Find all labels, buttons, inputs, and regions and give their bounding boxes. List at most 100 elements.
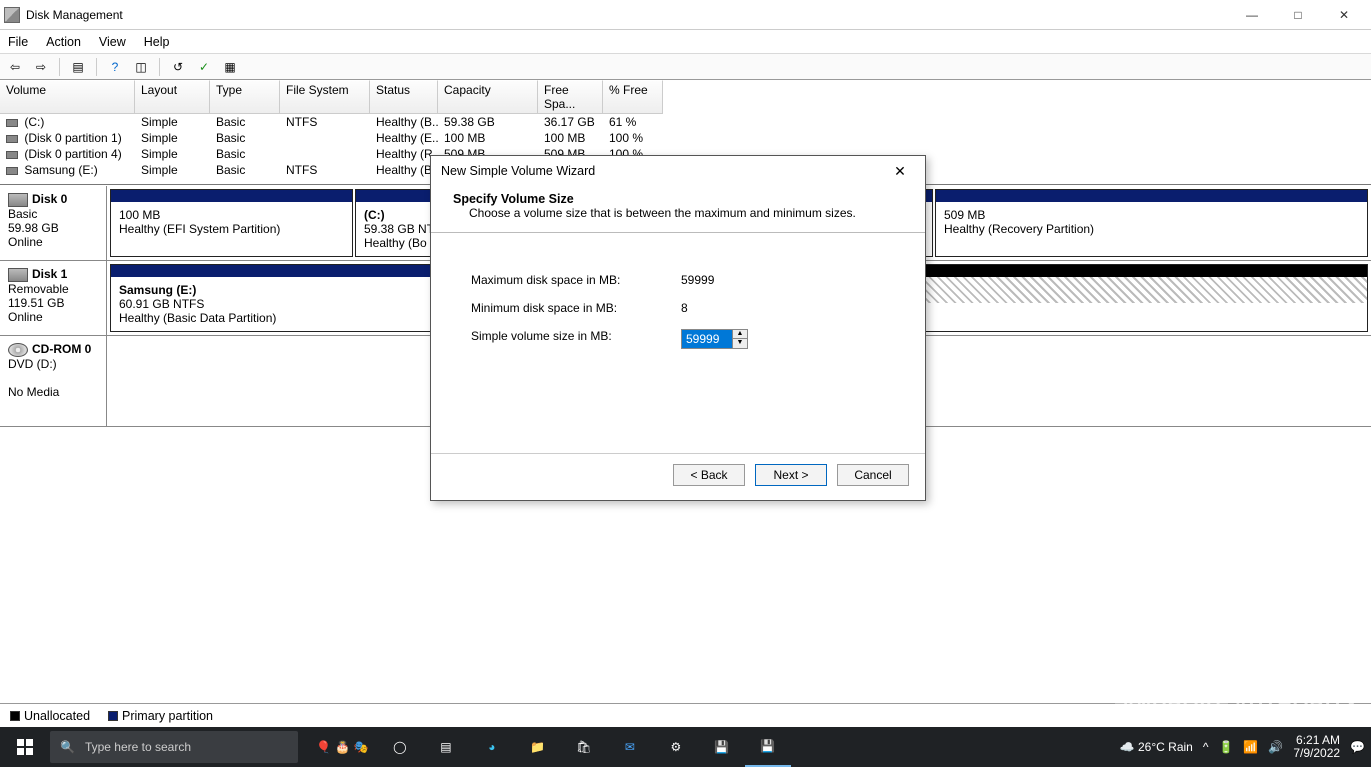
- disk-icon: [8, 268, 28, 282]
- settings-icon[interactable]: ⚙: [653, 727, 699, 767]
- disk-icon: [8, 193, 28, 207]
- next-button[interactable]: Next >: [755, 464, 827, 486]
- weather-widget[interactable]: ☁️ 26°C Rain: [1120, 740, 1193, 754]
- title-bar: Disk Management — □ ✕: [0, 0, 1371, 30]
- disk-state: No Media: [8, 385, 98, 399]
- toolbar: ⇦ ⇨ ▤ ? ◫ ↺ ✓ ▦: [0, 54, 1371, 80]
- swatch-unallocated: [10, 711, 20, 721]
- min-space-value: 8: [681, 301, 688, 315]
- disk-info[interactable]: CD-ROM 0 DVD (D:) No Media: [0, 336, 107, 426]
- max-space-value: 59999: [681, 273, 714, 287]
- disk-name: Disk 1: [32, 267, 67, 281]
- menu-view[interactable]: View: [99, 35, 126, 49]
- partition-name: Samsung (E:): [119, 283, 196, 297]
- tray-chevron-icon[interactable]: ^: [1203, 740, 1209, 754]
- legend-primary: Primary partition: [122, 709, 213, 723]
- disk-type: Removable: [8, 282, 98, 296]
- col-volume[interactable]: Volume: [0, 80, 135, 114]
- list-icon[interactable]: ▦: [219, 57, 241, 77]
- wizard-dialog: New Simple Volume Wizard ✕ Specify Volum…: [430, 155, 926, 501]
- legend: Unallocated Primary partition: [0, 703, 1371, 727]
- disk-type: DVD (D:): [8, 357, 98, 371]
- volume-size-label: Simple volume size in MB:: [471, 329, 681, 349]
- disk-size: 59.98 GB: [8, 221, 98, 235]
- col-type[interactable]: Type: [210, 80, 280, 114]
- min-space-label: Minimum disk space in MB:: [471, 301, 681, 315]
- partition-desc: Healthy (EFI System Partition): [119, 222, 344, 236]
- tray-wifi-icon[interactable]: 📶: [1243, 740, 1258, 754]
- search-placeholder: Type here to search: [85, 740, 191, 754]
- wizard-subheading: Choose a volume size that is between the…: [469, 206, 903, 220]
- store-icon[interactable]: 🛍: [561, 727, 607, 767]
- wizard-title: New Simple Volume Wizard: [441, 164, 595, 178]
- menu-file[interactable]: File: [8, 35, 28, 49]
- col-free[interactable]: Free Spa...: [538, 80, 603, 114]
- col-status[interactable]: Status: [370, 80, 438, 114]
- search-icon: 🔍: [60, 740, 75, 754]
- disk-name: CD-ROM 0: [32, 342, 91, 356]
- menu-bar: File Action View Help: [0, 30, 1371, 54]
- partition-name: (C:): [364, 208, 385, 222]
- diskmgmt-active-icon[interactable]: 💾: [745, 727, 791, 767]
- col-pctfree[interactable]: % Free: [603, 80, 663, 114]
- volume-size-spinner: ▲ ▼: [681, 329, 748, 349]
- cortana-icon[interactable]: ▤: [423, 727, 469, 767]
- tray-clock[interactable]: 6:21 AM 7/9/2022: [1293, 734, 1340, 760]
- col-filesystem[interactable]: File System: [280, 80, 370, 114]
- notifications-icon[interactable]: 💬: [1350, 740, 1365, 754]
- swatch-primary: [108, 711, 118, 721]
- partition-unallocated[interactable]: [922, 264, 1368, 332]
- wizard-close-icon[interactable]: ✕: [885, 156, 915, 186]
- close-button[interactable]: ✕: [1321, 1, 1367, 29]
- minimize-button[interactable]: —: [1229, 1, 1275, 29]
- wizard-heading: Specify Volume Size: [453, 192, 574, 206]
- disk-state: Online: [8, 235, 98, 249]
- window-title: Disk Management: [26, 8, 1229, 22]
- disk-size: 119.51 GB: [8, 296, 98, 310]
- menu-help[interactable]: Help: [144, 35, 170, 49]
- disk-state: Online: [8, 310, 98, 324]
- diskmgmt-icon[interactable]: 💾: [699, 727, 745, 767]
- disk-name: Disk 0: [32, 192, 67, 206]
- table-row[interactable]: (C:)SimpleBasicNTFSHealthy (B...59.38 GB…: [0, 114, 1371, 130]
- partition-desc: Healthy (Recovery Partition): [944, 222, 1359, 236]
- app-icon: [4, 7, 20, 23]
- forward-icon[interactable]: ⇨: [30, 57, 52, 77]
- maximize-button[interactable]: □: [1275, 1, 1321, 29]
- table-row[interactable]: (Disk 0 partition 1)SimpleBasicHealthy (…: [0, 130, 1371, 146]
- news-icons[interactable]: 🎈🎂🎭: [316, 740, 369, 754]
- cancel-button[interactable]: Cancel: [837, 464, 909, 486]
- properties-icon[interactable]: ◫: [130, 57, 152, 77]
- col-layout[interactable]: Layout: [135, 80, 210, 114]
- partition[interactable]: 100 MB Healthy (EFI System Partition): [110, 189, 353, 257]
- taskview-icon[interactable]: ◯: [377, 727, 423, 767]
- partition[interactable]: 509 MB Healthy (Recovery Partition): [935, 189, 1368, 257]
- disk-info[interactable]: Disk 1 Removable 119.51 GB Online: [0, 261, 107, 335]
- back-button[interactable]: < Back: [673, 464, 745, 486]
- menu-action[interactable]: Action: [46, 35, 81, 49]
- tray-battery-icon[interactable]: 🔋: [1218, 740, 1233, 754]
- partition-size: 100 MB: [119, 208, 344, 222]
- disk-info[interactable]: Disk 0 Basic 59.98 GB Online: [0, 186, 107, 260]
- start-button[interactable]: [2, 727, 48, 767]
- view-icon[interactable]: ▤: [67, 57, 89, 77]
- refresh-icon[interactable]: ↺: [167, 57, 189, 77]
- partition-size: 509 MB: [944, 208, 1359, 222]
- spinner-up-icon[interactable]: ▲: [733, 330, 747, 339]
- volume-list-header: Volume Layout Type File System Status Ca…: [0, 80, 1371, 114]
- search-box[interactable]: 🔍 Type here to search: [50, 731, 298, 763]
- col-capacity[interactable]: Capacity: [438, 80, 538, 114]
- edge-icon[interactable]: ◕: [469, 727, 515, 767]
- volume-size-input[interactable]: [682, 330, 732, 348]
- cdrom-icon: [8, 343, 28, 357]
- max-space-label: Maximum disk space in MB:: [471, 273, 681, 287]
- back-icon[interactable]: ⇦: [4, 57, 26, 77]
- spinner-down-icon[interactable]: ▼: [733, 339, 747, 348]
- mail-icon[interactable]: ✉: [607, 727, 653, 767]
- disk-type: Basic: [8, 207, 98, 221]
- legend-unallocated: Unallocated: [24, 709, 90, 723]
- explorer-icon[interactable]: 📁: [515, 727, 561, 767]
- checkbox-icon[interactable]: ✓: [193, 57, 215, 77]
- help-icon[interactable]: ?: [104, 57, 126, 77]
- tray-volume-icon[interactable]: 🔊: [1268, 740, 1283, 754]
